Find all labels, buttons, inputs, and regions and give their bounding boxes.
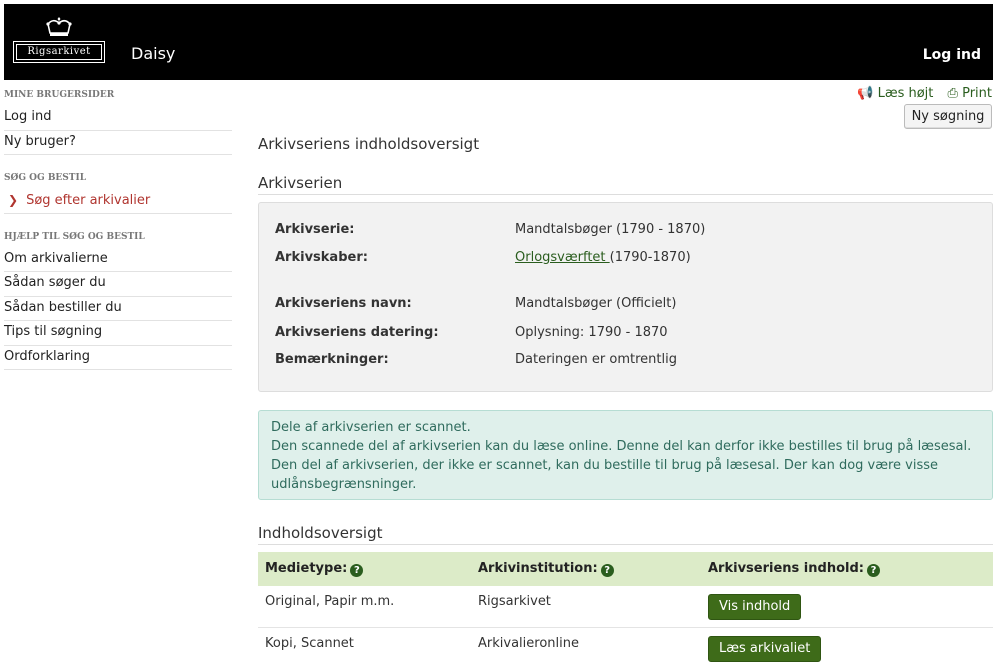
info-row-remarks: Bemærkninger: Dateringen er omtrentlig (275, 352, 992, 370)
help-icon[interactable]: ? (350, 564, 364, 577)
sidebar-item-about-archives[interactable]: Om arkivalierne (4, 248, 232, 272)
sidebar-item-search-archives[interactable]: ❯ Søg efter arkivalier (4, 189, 232, 214)
table-header: Medietype:? Arkivinstitution:? Arkivseri… (258, 552, 993, 586)
logo-text: Rigsarkivet (27, 46, 91, 57)
info-row-dating: Arkivseriens datering: Oplysning: 1790 -… (275, 325, 992, 343)
sidebar-heading-my-pages: Mine brugersider (4, 90, 115, 100)
login-link[interactable]: Log ind (923, 47, 981, 63)
crown-icon (46, 17, 72, 36)
help-icon[interactable]: ? (866, 564, 880, 577)
cell-institution: Arkivalieronline (478, 636, 579, 651)
contents-table: Medietype:? Arkivinstitution:? Arkivseri… (258, 552, 993, 668)
notice-line-2: Den scannede del af arkivserien kan du l… (271, 439, 972, 492)
series-section-title: Arkivserien (258, 174, 993, 195)
print-link[interactable]: ⎙ Print (948, 86, 992, 101)
sidebar: Mine brugersider Log ind Ny bruger? Søg … (4, 80, 232, 370)
creator-link[interactable]: Orlogsværftet (515, 250, 610, 265)
series-info-box: Arkivserie: Mandtalsbøger (1790 - 1870) … (258, 202, 993, 392)
column-header-content: Arkivseriens indhold: (708, 561, 864, 576)
help-icon[interactable]: ? (600, 564, 614, 577)
top-header: Rigsarkivet Daisy Log ind (4, 4, 993, 80)
info-value: Oplysning: 1790 - 1870 (515, 325, 668, 340)
notice-line-1: Dele af arkivserien er scannet. (271, 420, 471, 435)
cell-medium: Original, Papir m.m. (265, 594, 395, 609)
chevron-right-icon: ❯ (8, 193, 19, 207)
sidebar-item-glossary[interactable]: Ordforklaring (4, 346, 232, 370)
column-header-institution: Arkivinstitution: (478, 561, 598, 576)
sidebar-item-new-user[interactable]: Ny bruger? (4, 131, 232, 155)
info-value: Mandtalsbøger (Officielt) (515, 296, 677, 311)
contents-section-title: Indholdsoversigt (258, 524, 993, 545)
sidebar-item-how-to-order[interactable]: Sådan bestiller du (4, 297, 232, 321)
info-row-series: Arkivserie: Mandtalsbøger (1790 - 1870) (275, 222, 992, 240)
column-header-medium: Medietype: (265, 561, 348, 576)
sidebar-item-search-tips[interactable]: Tips til søgning (4, 321, 232, 346)
megaphone-icon: 📢 (857, 86, 874, 101)
sidebar-item-login[interactable]: Log ind (4, 106, 232, 131)
info-value: Mandtalsbøger (1790 - 1870) (515, 222, 706, 237)
info-label: Arkivseriens navn: (275, 296, 412, 311)
read-aloud-link[interactable]: 📢 Læs højt (857, 86, 933, 101)
info-value: Dateringen er omtrentlig (515, 352, 677, 367)
info-label: Arkivseriens datering: (275, 325, 439, 340)
info-row-creator: Arkivskaber: Orlogsværftet (1790-1870) (275, 250, 992, 268)
sidebar-heading-help: Hjælp til søg og bestil (4, 231, 145, 242)
cell-institution: Rigsarkivet (478, 594, 551, 609)
table-row: Original, Papir m.m. Rigsarkivet Vis ind… (258, 586, 993, 628)
read-archive-button[interactable]: Læs arkivaliet (708, 636, 822, 662)
cell-medium: Kopi, Scannet (265, 636, 354, 651)
info-label: Arkivserie: (275, 222, 355, 237)
show-contents-button[interactable]: Vis indhold (708, 594, 802, 620)
scanned-notice: Dele af arkivserien er scannet. Den scan… (258, 410, 993, 500)
info-row-name: Arkivseriens navn: Mandtalsbøger (Offici… (275, 296, 992, 314)
page-title: Arkivseriens indholdsoversigt (258, 135, 480, 153)
info-value: (1790-1870) (609, 250, 691, 265)
sidebar-item-how-to-search[interactable]: Sådan søger du (4, 272, 232, 297)
rigsarkivet-logo[interactable]: Rigsarkivet (13, 14, 105, 64)
new-search-button[interactable]: Ny søgning (904, 104, 992, 129)
info-label: Bemærkninger: (275, 352, 389, 367)
sidebar-item-label: Søg efter arkivalier (26, 193, 151, 208)
table-row: Kopi, Scannet Arkivalieronline Læs arkiv… (258, 628, 993, 668)
toolbar-links: 📢 Læs højt ⎙ Print (847, 86, 992, 101)
printer-icon: ⎙ (947, 86, 958, 101)
sidebar-heading-search-order: Søg og bestil (4, 173, 87, 183)
info-label: Arkivskaber: (275, 250, 368, 265)
app-name: Daisy (131, 44, 176, 63)
